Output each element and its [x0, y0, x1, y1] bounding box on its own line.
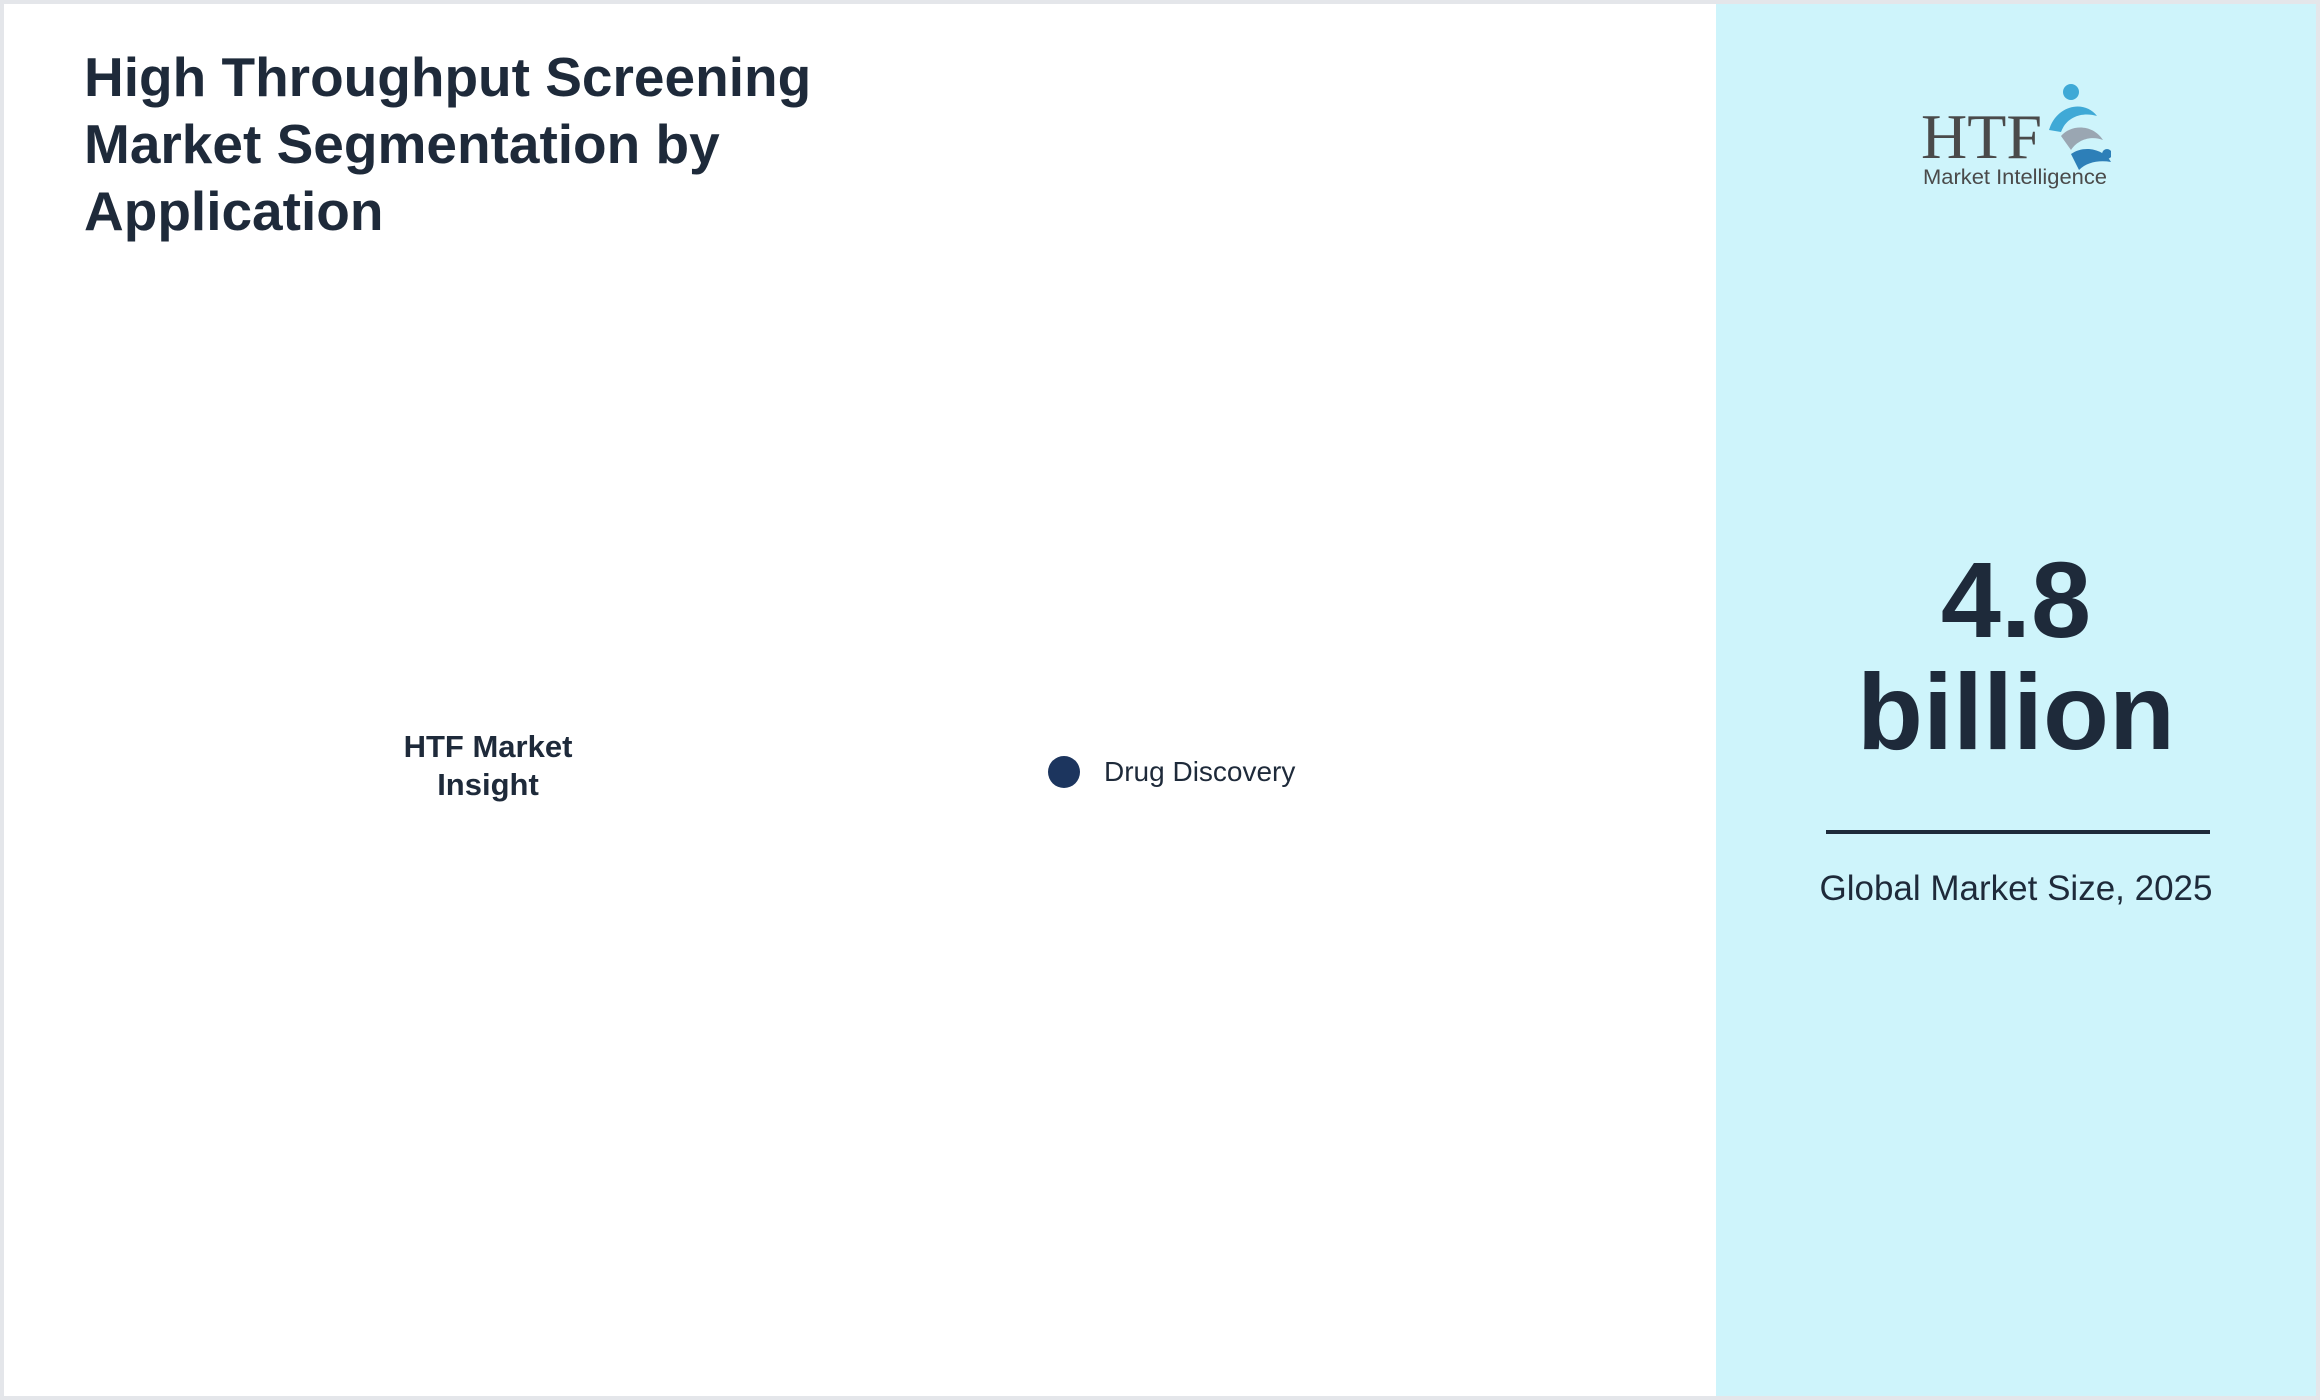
chart-legend: Drug Discovery: [1048, 756, 1295, 788]
market-size-value: 4.8 billion: [1716, 544, 2316, 768]
divider-line: [1826, 830, 2210, 834]
market-size-unit: billion: [1857, 651, 2175, 772]
logo-tagline-text: Market Intelligence: [1923, 166, 2107, 189]
chart-center-label: HTF Market Insight: [403, 729, 573, 802]
htf-logo-icon: HTF Market Intelligence: [1921, 84, 2111, 189]
legend-item: Drug Discovery: [1048, 756, 1295, 788]
logo-brand-text: HTF: [1921, 101, 2042, 172]
legend-swatch: [1048, 756, 1080, 788]
legend-label: Drug Discovery: [1104, 756, 1296, 787]
market-size-number: 4.8: [1940, 539, 2092, 660]
logo-emblem: [2049, 84, 2111, 170]
page-title: High Throughput Screening Market Segment…: [84, 46, 812, 242]
infographic-frame: High Throughput Screening Market Segment…: [0, 0, 2320, 1400]
market-size-caption: Global Market Size, 2025: [1819, 869, 2213, 908]
side-panel: HTF Market Intelligence 4.8 billion Glob…: [1716, 4, 2316, 1396]
chart-panel: High Throughput Screening Market Segment…: [4, 4, 1716, 1396]
